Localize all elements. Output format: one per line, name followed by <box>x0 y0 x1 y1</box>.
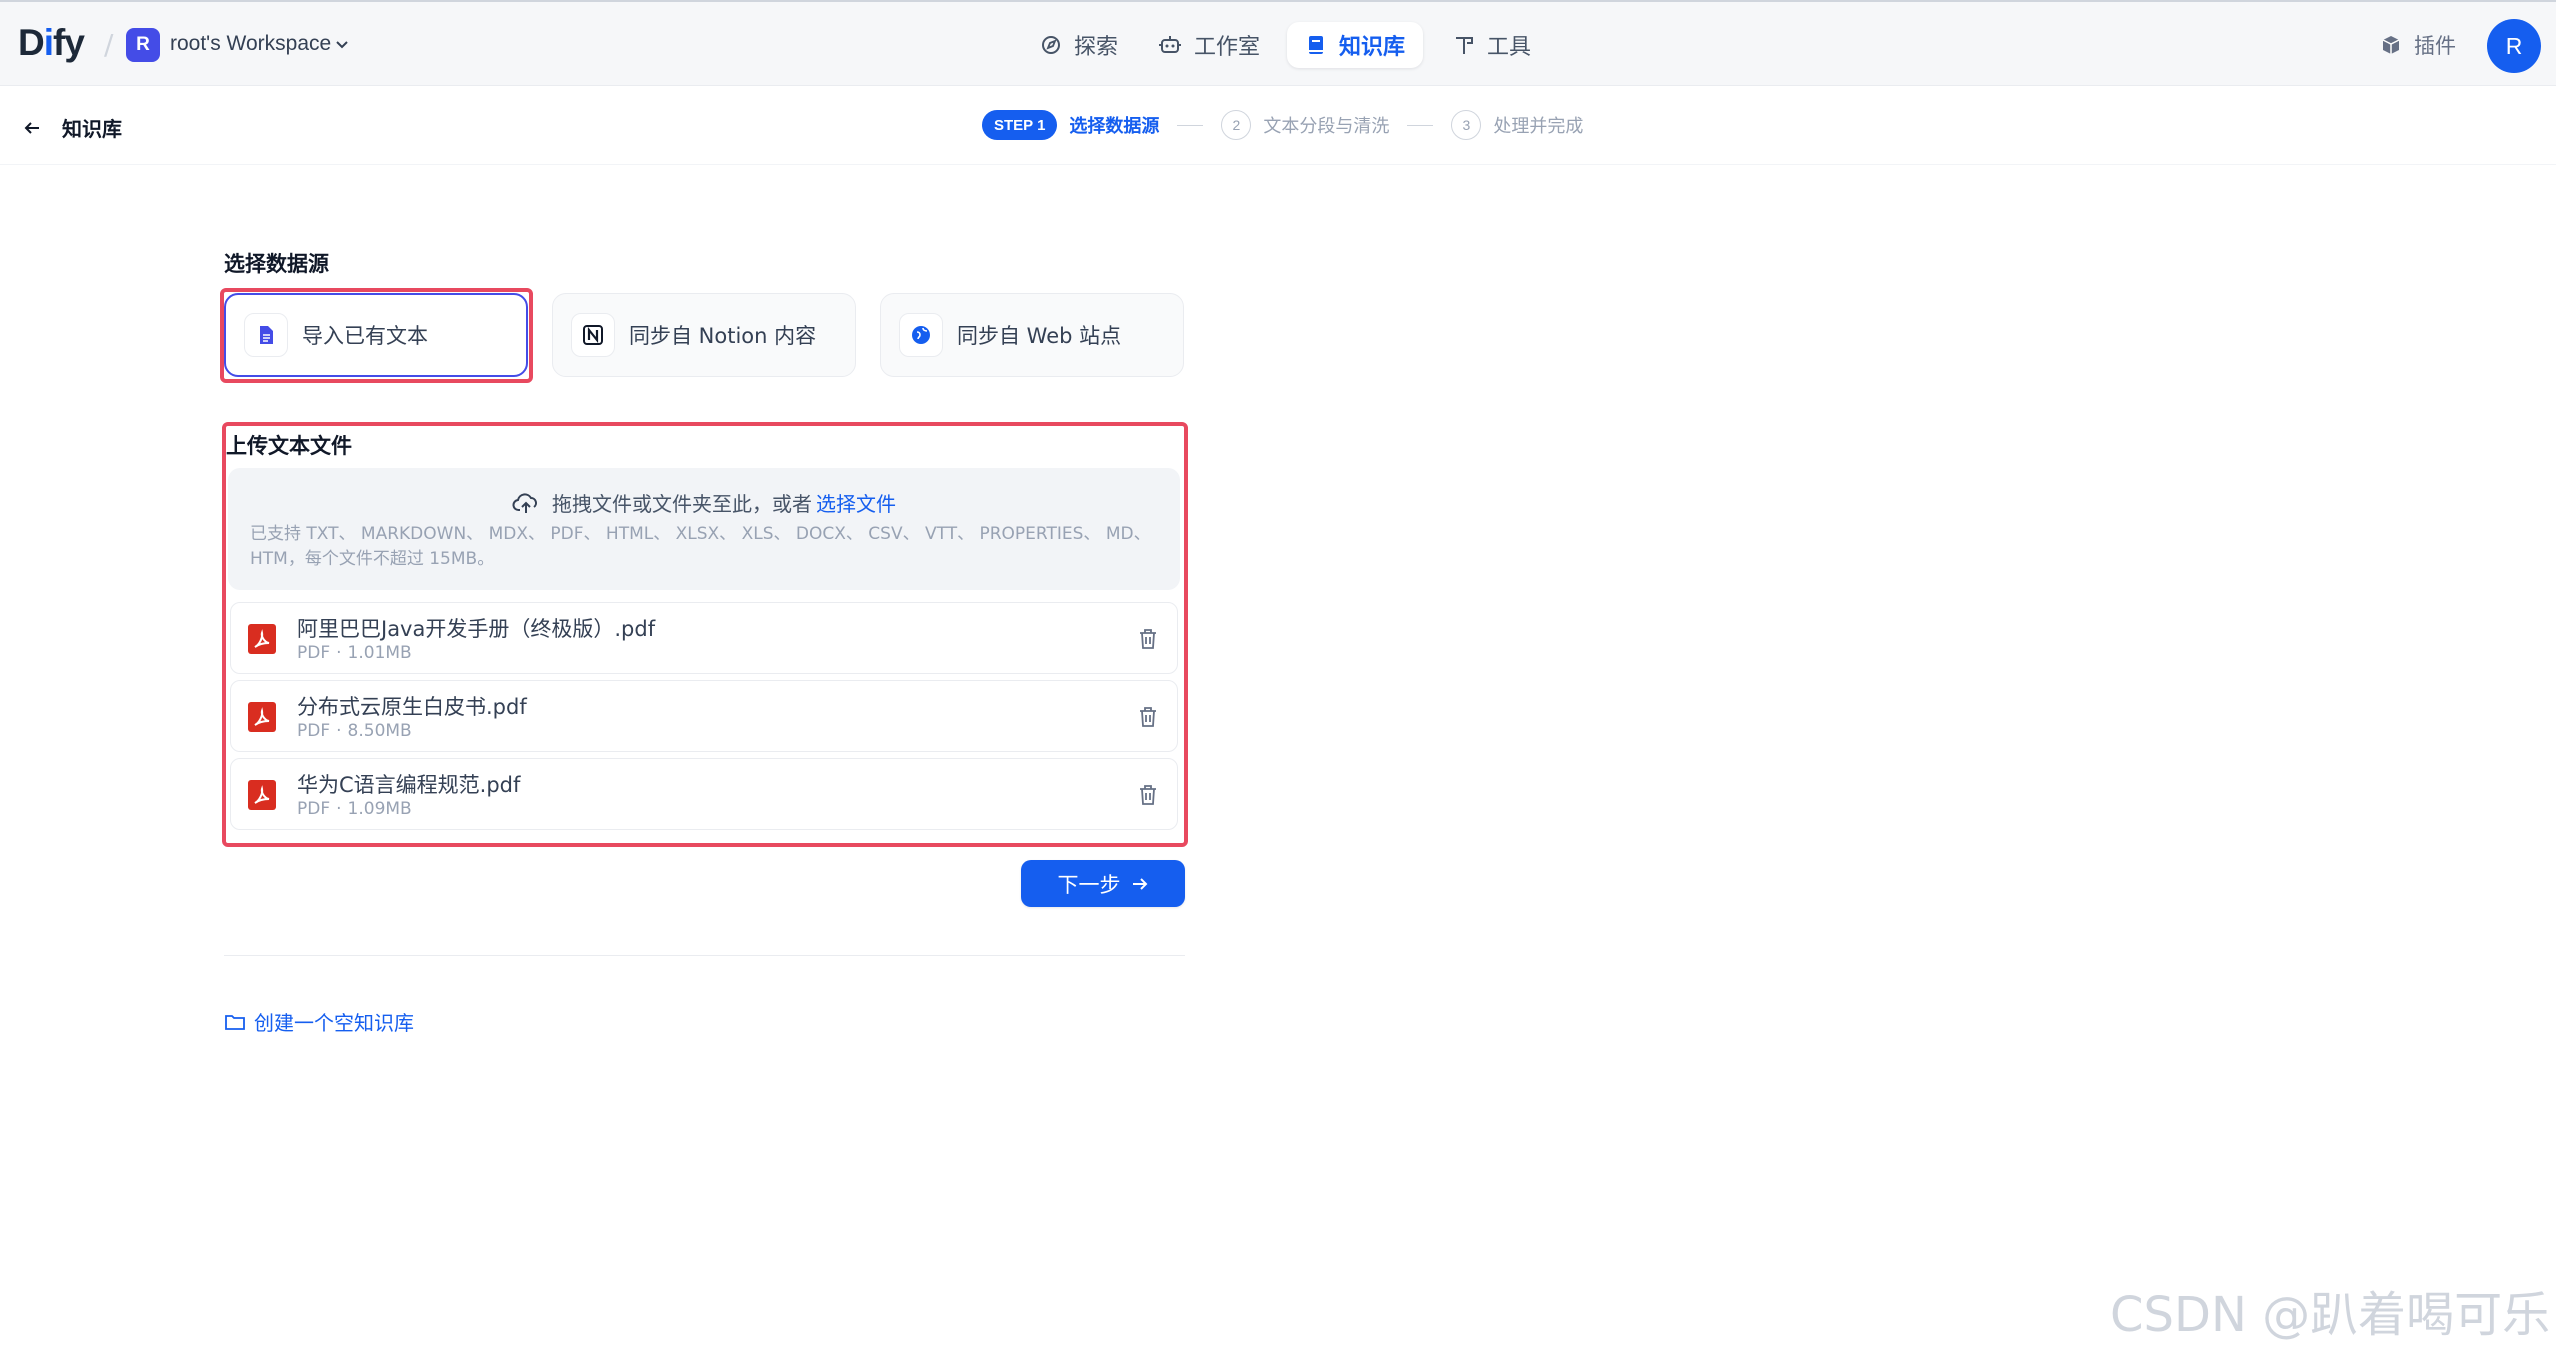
dropzone-text: 拖拽文件或文件夹至此，或者 <box>552 492 812 516</box>
file-item: 阿里巴巴Java开发手册（终极版）.pdf PDF · 1.01MB <box>230 602 1178 674</box>
book-icon <box>1309 36 1323 54</box>
file-meta: PDF · 1.01MB <box>297 643 412 663</box>
file-dropzone[interactable]: 拖拽文件或文件夹至此，或者 选择文件 已支持 TXT、 MARKDOWN、 MD… <box>228 468 1180 590</box>
pdf-file-icon <box>248 624 276 654</box>
supported-formats-text: 已支持 TXT、 MARKDOWN、 MDX、 PDF、 HTML、 XLSX、… <box>250 524 1151 569</box>
create-empty-label: 创建一个空知识库 <box>254 1011 414 1035</box>
select-file-link[interactable]: 选择文件 <box>816 488 896 517</box>
folder-icon <box>225 1014 245 1030</box>
source-option-file[interactable]: 导入已有文本 <box>224 293 528 377</box>
file-name: 分布式云原生白皮书.pdf <box>297 695 527 719</box>
file-name: 阿里巴巴Java开发手册（终极版）.pdf <box>297 617 656 641</box>
step-1-badge: STEP 1 <box>982 110 1058 140</box>
nav-tools-label: 工具 <box>1487 35 1532 60</box>
upload-title: 上传文本文件 <box>226 434 352 458</box>
user-avatar[interactable]: R <box>2487 19 2541 73</box>
workspace-name[interactable]: root's Workspace <box>170 32 331 56</box>
compass-icon <box>1042 36 1060 54</box>
source-option-notion-label: 同步自 Notion 内容 <box>629 324 817 348</box>
plugins-button[interactable]: 插件 <box>2380 30 2456 60</box>
pdf-file-icon <box>248 702 276 732</box>
robot-icon <box>1159 36 1181 53</box>
cloud-upload-icon <box>512 492 537 513</box>
cube-icon <box>2382 36 2400 54</box>
source-option-file-label: 导入已有文本 <box>302 324 428 348</box>
step-3-label: 处理并完成 <box>1493 116 1584 137</box>
file-name: 华为C语言编程规范.pdf <box>297 773 521 797</box>
file-meta: PDF · 8.50MB <box>297 721 412 741</box>
document-icon <box>244 313 288 357</box>
next-step-label: 下一步 <box>1057 872 1121 897</box>
top-navbar: Dify / R root's Workspace 探索 工作室 知识库 工具 … <box>0 0 2556 86</box>
notion-icon <box>571 313 615 357</box>
file-item: 分布式云原生白皮书.pdf PDF · 8.50MB <box>230 680 1178 752</box>
nav-knowledge[interactable]: 知识库 <box>1287 22 1424 68</box>
file-meta: PDF · 1.09MB <box>297 799 412 819</box>
back-button[interactable]: 知识库 <box>22 113 122 142</box>
trash-icon[interactable] <box>1137 627 1159 651</box>
arrow-right-icon <box>1132 877 1147 890</box>
nav-explore[interactable]: 探索 <box>1022 22 1136 68</box>
dify-logo[interactable]: Dify <box>18 22 85 64</box>
dataset-create-header: 知识库 STEP 1 选择数据源 2 文本分段与清洗 3 处理并完成 <box>0 87 2556 165</box>
plugins-label: 插件 <box>2414 34 2456 58</box>
section-divider <box>224 955 1185 956</box>
watermark: CSDN @趴着喝可乐 <box>2110 1287 2551 1343</box>
pdf-file-icon <box>248 780 276 810</box>
nav-knowledge-label: 知识库 <box>1339 35 1406 60</box>
source-option-notion[interactable]: 同步自 Notion 内容 <box>552 293 856 377</box>
hammer-icon <box>1456 37 1473 54</box>
nav-tools[interactable]: 工具 <box>1435 22 1549 68</box>
arrow-left-icon <box>24 121 39 134</box>
create-empty-dataset-link[interactable]: 创建一个空知识库 <box>224 1007 414 1036</box>
globe-icon <box>899 313 943 357</box>
nav-explore-label: 探索 <box>1074 35 1119 60</box>
file-item: 华为C语言编程规范.pdf PDF · 1.09MB <box>230 758 1178 830</box>
source-option-web-label: 同步自 Web 站点 <box>957 324 1122 348</box>
step-2-label: 文本分段与清洗 <box>1263 116 1390 137</box>
datasource-title: 选择数据源 <box>224 252 329 276</box>
next-step-button[interactable]: 下一步 <box>1021 860 1185 907</box>
workspace-divider: / <box>104 28 114 61</box>
chevron-down-icon[interactable] <box>334 36 350 52</box>
step-divider <box>1407 124 1434 126</box>
dropzone-prompt: 拖拽文件或文件夹至此，或者 选择文件 <box>228 488 1180 517</box>
source-option-web[interactable]: 同步自 Web 站点 <box>880 293 1184 377</box>
nav-studio[interactable]: 工作室 <box>1140 22 1278 68</box>
step-3-number: 3 <box>1451 110 1482 140</box>
step-indicator: STEP 1 选择数据源 2 文本分段与清洗 3 处理并完成 <box>982 110 1583 140</box>
step-2-number: 2 <box>1221 110 1252 140</box>
back-label: 知识库 <box>62 117 122 141</box>
trash-icon[interactable] <box>1137 705 1159 729</box>
nav-studio-label: 工作室 <box>1194 35 1261 60</box>
step-1-label: 选择数据源 <box>1069 116 1160 137</box>
step-divider <box>1177 124 1204 126</box>
trash-icon[interactable] <box>1137 783 1159 807</box>
workspace-avatar[interactable]: R <box>126 28 160 62</box>
